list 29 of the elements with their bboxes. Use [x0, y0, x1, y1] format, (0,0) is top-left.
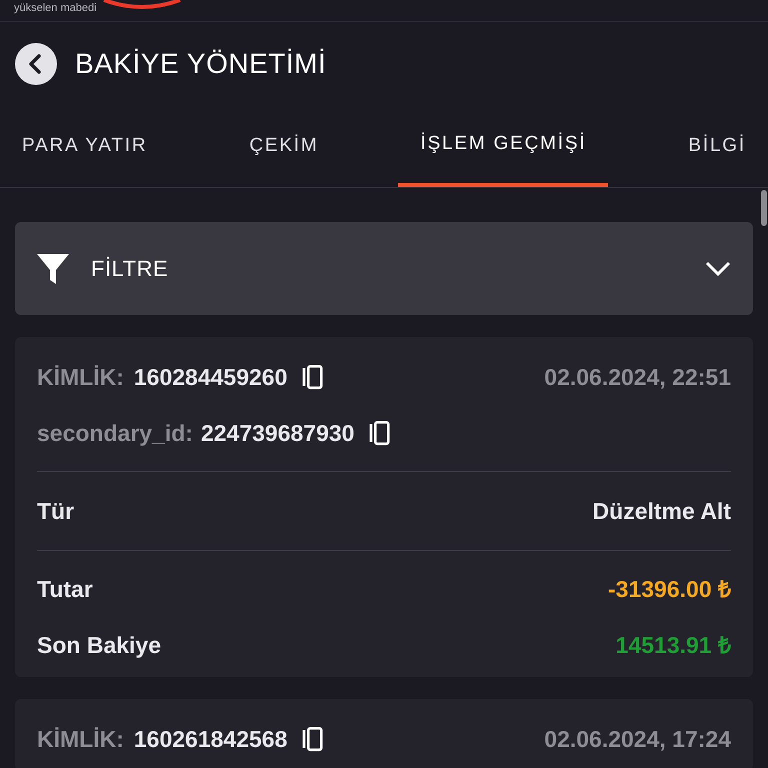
- copy-icon[interactable]: [301, 364, 324, 390]
- page-title: BAKİYE YÖNETİMİ: [75, 47, 326, 81]
- id-label: KİMLİK:: [37, 724, 124, 754]
- secondary-id-value: 224739687930: [200, 418, 354, 448]
- logo-ring-icon: [102, 0, 182, 10]
- transaction-date: 02.06.2024, 22:51: [544, 362, 731, 392]
- tab[interactable]: PARA YATIR: [0, 106, 170, 187]
- amount-value: -31396.00 ₺: [608, 574, 731, 604]
- scrollbar-thumb[interactable]: [761, 190, 767, 226]
- copy-icon[interactable]: [368, 420, 390, 446]
- back-icon[interactable]: [15, 43, 57, 85]
- transaction-date: 02.06.2024, 17:24: [544, 724, 731, 754]
- secondary-id-label: secondary_id:: [37, 418, 193, 448]
- tab[interactable]: BİLGİ: [666, 106, 768, 187]
- tab[interactable]: İŞLEM GEÇMİŞİ: [398, 106, 608, 187]
- id-value: 160284459260: [134, 362, 288, 392]
- amount-label: Tutar: [37, 574, 93, 604]
- chevron-down-icon: [705, 260, 731, 276]
- amount-label: Son Bakiye: [37, 630, 161, 660]
- id-value: 160261842568: [134, 724, 288, 754]
- type-value: Düzeltme Alt: [592, 496, 731, 526]
- filter-bar[interactable]: FİLTRE: [15, 222, 753, 315]
- brand-tagline: yükselen mabedi: [14, 2, 97, 15]
- type-label: Tür: [37, 496, 74, 526]
- id-label: KİMLİK:: [37, 362, 124, 392]
- copy-icon[interactable]: [301, 726, 324, 752]
- filter-icon: [37, 252, 69, 284]
- tab[interactable]: ÇEKİM: [227, 106, 341, 187]
- amount-value: 14513.91 ₺: [616, 630, 731, 660]
